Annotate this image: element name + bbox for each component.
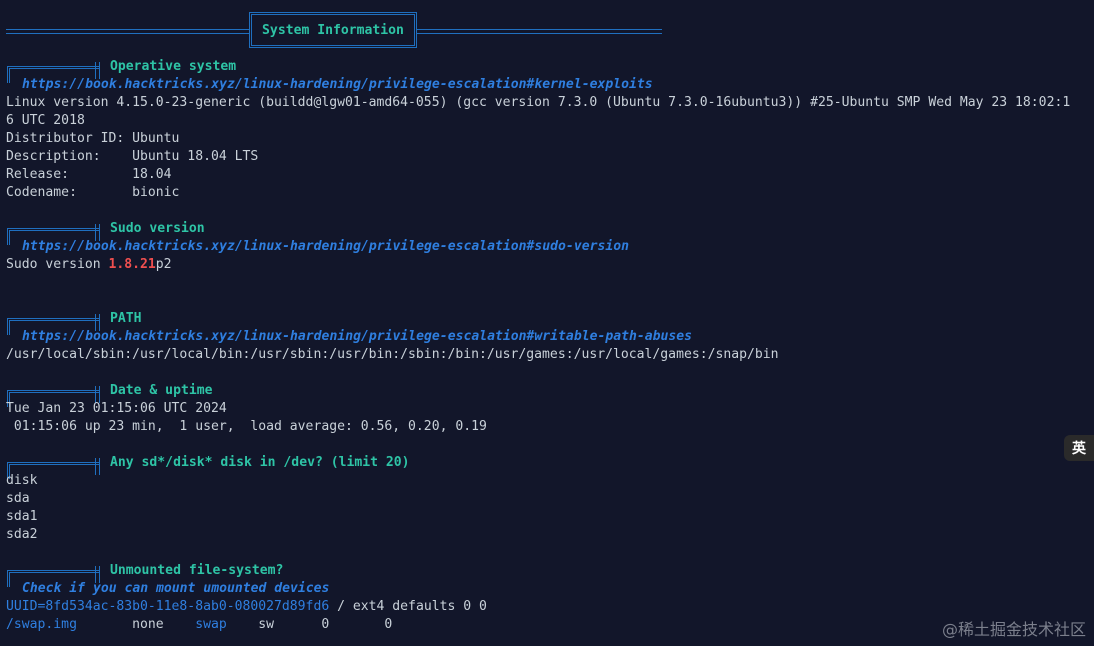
sudo-version-suffix: p2 [155,257,172,272]
disk-line: sda [6,491,30,506]
fstab-swap-path: /swap.img [6,617,77,632]
disk-line: disk [6,473,38,488]
path-line: /usr/local/sbin:/usr/local/bin:/usr/sbin… [6,347,779,362]
fstab-uuid-line: UUID=8fd534ac-83b0-11e8-8ab0-080027d89fd… [6,598,487,616]
uptime-line: 01:15:06 up 23 min, 1 user, load average… [6,419,487,434]
fstab-uuid: UUID=8fd534ac-83b0-11e8-8ab0-080027d89fd… [6,599,330,614]
banner-rule-left [6,29,249,34]
section-link-writable-path[interactable]: https://book.hacktricks.xyz/linux-harden… [22,328,692,346]
watermark: @稀土掘金技术社区 [941,620,1086,639]
sudo-version-line: Sudo version 1.8.21p2 [6,256,172,274]
codename-line: Codename: bionic [6,185,180,200]
sudo-version-highlight: 1.8.21 [108,257,156,272]
section-title-path: PATH [110,311,142,326]
section-title-date-uptime: Date & uptime [110,383,213,398]
kernel-version-line: Linux version 4.15.0-23-generic (buildd@… [6,95,1071,110]
section-link-kernel-exploits[interactable]: https://book.hacktricks.xyz/linux-harden… [22,76,653,94]
section-title-disks: Any sd*/disk* disk in /dev? (limit 20) [110,455,410,470]
page-title-text: System Information [262,22,404,38]
ime-language-indicator[interactable]: 英 [1064,435,1094,461]
section-title-sudo-version: Sudo version [110,221,205,236]
banner-rule-right [417,29,662,34]
section-hint-mount-devices: Check if you can mount umounted devices [22,581,330,596]
release-line: Release: 18.04 [6,167,172,182]
sudo-version-prefix: Sudo version [6,257,109,272]
section-title-unmounted-fs: Unmounted file-system? [110,563,284,578]
fstab-swap-line: /swap.img none swap sw 0 0 [6,616,392,634]
description-line: Description: Ubuntu 18.04 LTS [6,149,259,164]
section-title-operative-system: Operative system [110,59,237,74]
fstab-sep: / [329,599,353,614]
page-title: System Information [249,12,417,48]
fstab-swap-rest: sw 0 0 [226,617,393,632]
fstab-options: ext4 defaults 0 0 [352,599,487,614]
section-link-sudo-version[interactable]: https://book.hacktricks.xyz/linux-harden… [22,238,629,256]
fstab-swap-gap: none [76,617,196,632]
distributor-id-line: Distributor ID: Ubuntu [6,131,180,146]
date-line: Tue Jan 23 01:15:06 UTC 2024 [6,401,227,416]
disk-line: sda2 [6,527,38,542]
fstab-swap-type: swap [195,617,227,632]
kernel-version-line-cont: 6 UTC 2018 [6,113,85,128]
disk-line: sda1 [6,509,38,524]
